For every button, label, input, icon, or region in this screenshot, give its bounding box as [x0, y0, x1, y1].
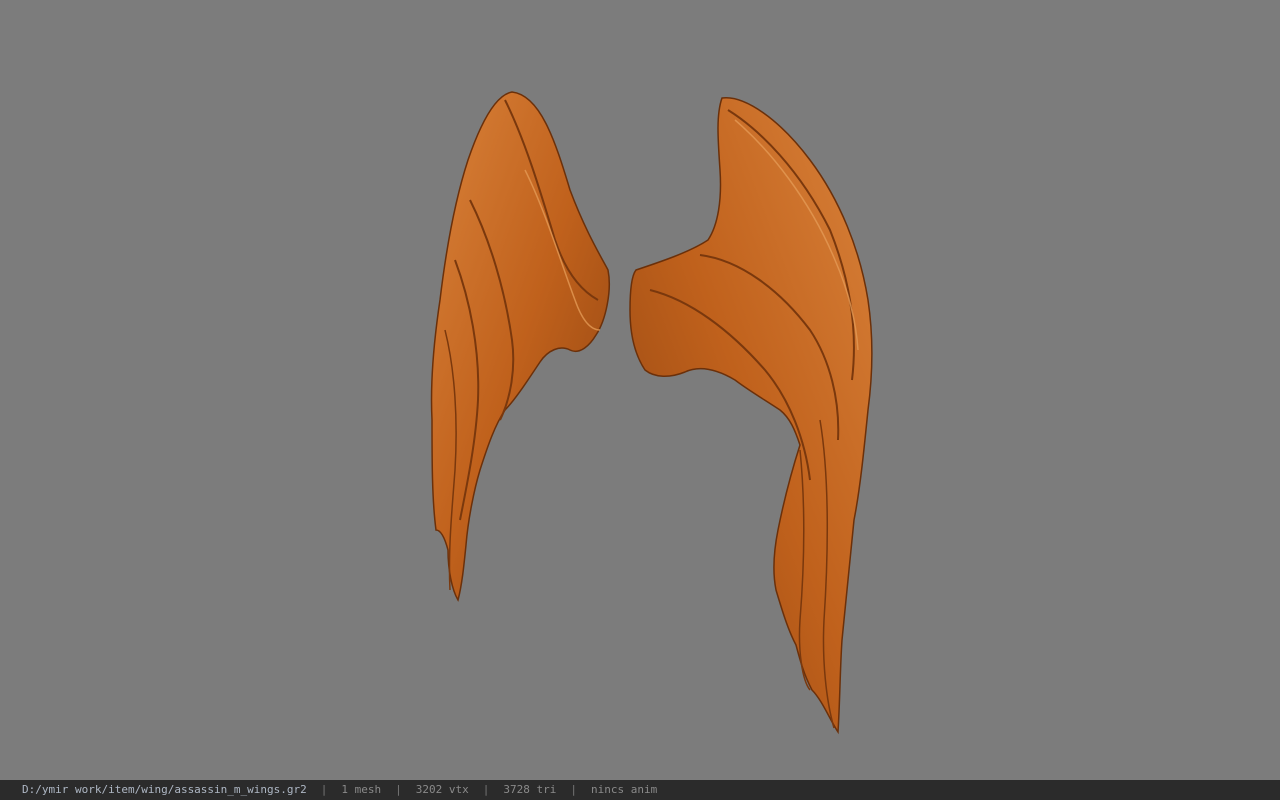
3d-viewport[interactable] [0, 0, 1280, 780]
separator: | [395, 783, 402, 796]
file-path: D:/ymir work/item/wing/assassin_m_wings.… [22, 783, 307, 796]
status-bar: D:/ymir work/item/wing/assassin_m_wings.… [0, 780, 1280, 800]
left-wing [430, 91, 611, 602]
vertex-count: 3202 vtx [415, 783, 469, 796]
triangle-count: 3728 tri [503, 783, 557, 796]
wings-model [430, 91, 873, 735]
mesh-count: 1 mesh [341, 783, 382, 796]
separator: | [570, 783, 577, 796]
animation-status: nincs anim [591, 783, 658, 796]
separator: | [320, 783, 328, 796]
right-wing [629, 97, 873, 735]
separator: | [482, 783, 490, 796]
